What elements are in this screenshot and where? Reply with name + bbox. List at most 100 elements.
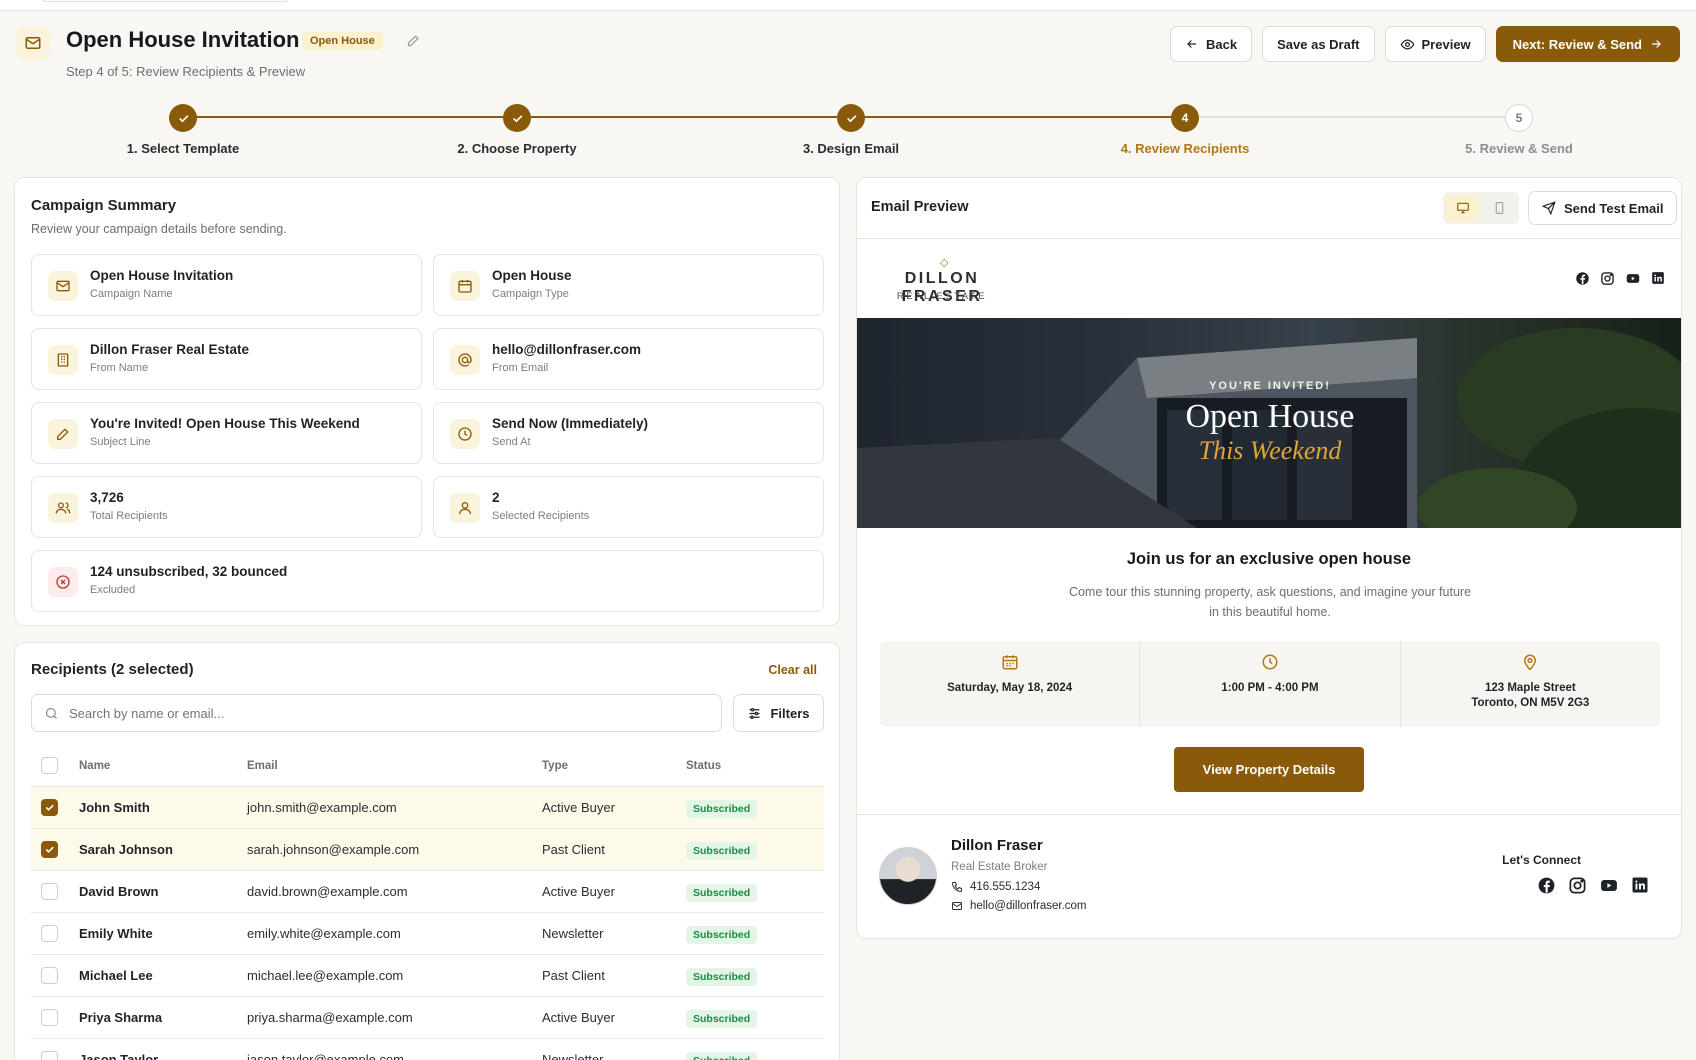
table-row[interactable]: Emily White emily.white@example.com News… (31, 912, 824, 955)
row-checkbox[interactable] (41, 966, 58, 984)
mobile-view-toggle[interactable] (1483, 195, 1516, 221)
desktop-icon (1456, 202, 1469, 214)
agent-role: Real Estate Broker (951, 861, 1048, 873)
view-property-details-button[interactable]: View Property Details (1174, 747, 1364, 792)
recipient-name: Emily White (79, 912, 247, 955)
tile-value: 124 unsubscribed, 32 bounced (90, 564, 288, 579)
preview-button[interactable]: Preview (1384, 26, 1486, 62)
recipient-type: Active Buyer (542, 786, 686, 829)
device-toggle (1443, 192, 1519, 224)
recipient-type: Active Buyer (542, 870, 686, 913)
recipient-status-cell: Subscribed (686, 996, 824, 1039)
row-checkbox[interactable] (41, 1008, 58, 1026)
recipient-search[interactable] (31, 694, 722, 732)
recipient-email: sarah.johnson@example.com (247, 828, 542, 871)
facebook-icon[interactable] (1575, 271, 1590, 286)
tile-label: From Email (492, 362, 549, 374)
recipient-name: Jason Taylor (79, 1038, 247, 1060)
summary-tile-selected-recipients: 2 Selected Recipients (433, 476, 824, 538)
phone-icon (951, 882, 962, 893)
status-badge: Subscribed (686, 1009, 758, 1028)
step-subtitle: Step 4 of 5: Review Recipients & Preview (66, 64, 306, 79)
table-row[interactable]: Jason Taylor jason.taylor@example.com Ne… (31, 1038, 824, 1060)
step-4-circle[interactable]: 4 (1171, 104, 1199, 132)
email-preview-card: Email Preview Send Test Email ◇ DILLON F… (856, 177, 1682, 939)
table-row[interactable]: Priya Sharma priya.sharma@example.com Ac… (31, 996, 824, 1039)
table-row[interactable]: John Smith john.smith@example.com Active… (31, 786, 824, 829)
select-all-checkbox[interactable] (41, 757, 58, 775)
preview-label: Preview (1421, 36, 1471, 52)
table-row[interactable]: David Brown david.brown@example.com Acti… (31, 870, 824, 913)
save-draft-button[interactable]: Save as Draft (1262, 26, 1375, 62)
column-header-email[interactable]: Email (247, 746, 542, 787)
page-title: Open House Invitation (66, 27, 300, 52)
row-checkbox[interactable] (41, 1050, 58, 1060)
column-header-status[interactable]: Status (686, 746, 824, 787)
step-5-label[interactable]: 5. Review & Send (1409, 141, 1629, 156)
table-row[interactable]: Michael Lee michael.lee@example.com Past… (31, 954, 824, 997)
summary-tile-campaign-type: Open House Campaign Type (433, 254, 824, 316)
agent-email-text: hello@dillonfraser.com (970, 900, 1087, 912)
back-button[interactable]: Back (1170, 26, 1253, 62)
clock-icon (450, 419, 480, 449)
step-4-label[interactable]: 4. Review Recipients (1075, 141, 1295, 156)
step-2-circle[interactable] (503, 104, 531, 132)
check-icon (45, 804, 54, 811)
recipients-table: Name Email Type Status John Smith john.s… (31, 746, 824, 1060)
recipients-card: Recipients (2 selected) Clear all Filter… (14, 642, 840, 1060)
tile-label: Subject Line (90, 436, 151, 448)
row-checkbox-cell (31, 912, 79, 955)
divider (857, 238, 1681, 239)
instagram-icon[interactable] (1568, 876, 1587, 895)
agent-name: Dillon Fraser (951, 837, 1043, 854)
step-1-circle[interactable] (169, 104, 197, 132)
search-input[interactable] (69, 705, 669, 721)
row-checkbox[interactable] (41, 798, 58, 816)
column-header-type[interactable]: Type (542, 746, 686, 787)
users-icon (48, 493, 78, 523)
pencil-icon (48, 419, 78, 449)
status-badge: Subscribed (686, 925, 758, 944)
edit-title-icon[interactable] (406, 33, 421, 51)
stepper-connector (197, 116, 503, 118)
send-test-email-button[interactable]: Send Test Email (1528, 191, 1678, 225)
search-icon (45, 707, 57, 719)
table-row[interactable]: Sarah Johnson sarah.johnson@example.com … (31, 828, 824, 871)
preview-title: Email Preview (871, 199, 969, 215)
facebook-icon[interactable] (1537, 876, 1556, 895)
top-search-pill[interactable] (40, 0, 290, 2)
column-header-name[interactable]: Name (79, 746, 247, 787)
step-1-label[interactable]: 1. Select Template (73, 141, 293, 156)
linkedin-icon[interactable] (1651, 271, 1665, 285)
youtube-icon[interactable] (1599, 876, 1619, 895)
step-2-label[interactable]: 2. Choose Property (407, 141, 627, 156)
next-label: Next: Review & Send (1512, 36, 1642, 52)
recipient-type: Active Buyer (542, 996, 686, 1039)
step-3-label[interactable]: 3. Design Email (741, 141, 961, 156)
row-checkbox[interactable] (41, 840, 58, 858)
agent-phone-text: 416.555.1234 (970, 881, 1041, 893)
summary-tile-total-recipients: 3,726 Total Recipients (31, 476, 422, 538)
step-3-circle[interactable] (837, 104, 865, 132)
tile-value: hello@dillonfraser.com (492, 342, 641, 357)
event-date-text: Saturday, May 18, 2024 (947, 682, 1073, 694)
filters-label: Filters (770, 705, 810, 721)
check-icon (512, 114, 522, 122)
send-test-label: Send Test Email (1564, 200, 1664, 216)
step-5-circle[interactable]: 5 (1505, 104, 1533, 132)
filters-button[interactable]: Filters (733, 694, 824, 732)
diamond-icon: ◇ (940, 257, 949, 269)
stepper-connector (865, 116, 1171, 118)
row-checkbox[interactable] (41, 882, 58, 900)
linkedin-icon[interactable] (1631, 876, 1649, 894)
instagram-icon[interactable] (1600, 271, 1615, 286)
at-icon (450, 345, 480, 375)
divider (857, 814, 1681, 815)
clear-all-link[interactable]: Clear all (768, 663, 817, 677)
check-icon (45, 846, 54, 853)
next-review-send-button[interactable]: Next: Review & Send (1495, 26, 1680, 62)
tile-label: Campaign Name (90, 288, 173, 300)
youtube-icon[interactable] (1625, 271, 1641, 286)
desktop-view-toggle[interactable] (1446, 195, 1479, 221)
row-checkbox[interactable] (41, 924, 58, 942)
